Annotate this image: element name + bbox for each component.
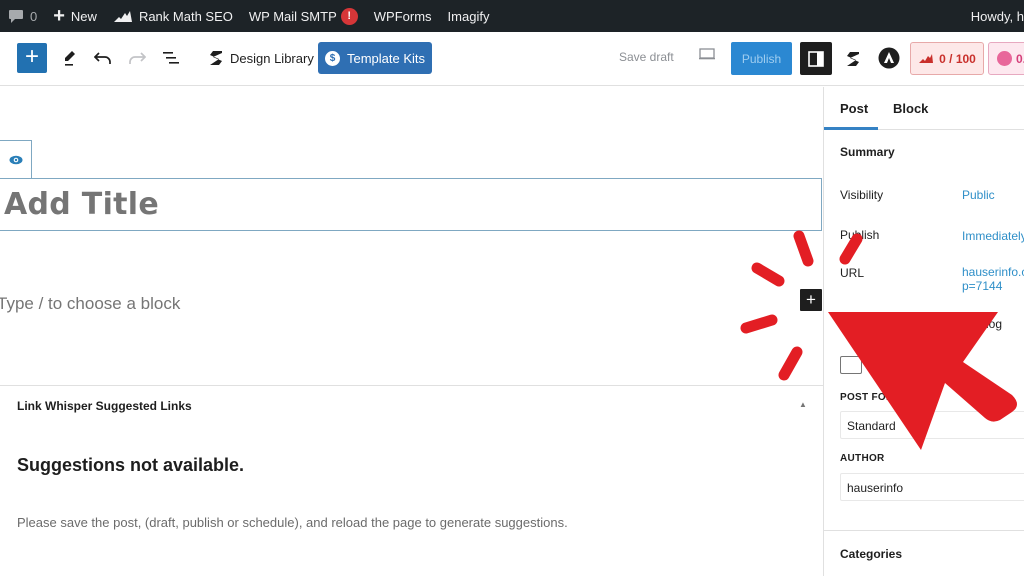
plus-icon: + (53, 4, 65, 27)
admin-bar-comments[interactable]: 0 (0, 0, 45, 32)
sidebar-divider (824, 530, 1024, 531)
list-view-icon (163, 52, 179, 64)
tab-post[interactable]: Post (840, 101, 868, 116)
template-kits-icon: $ (324, 50, 340, 66)
publish-date-value[interactable]: Immediately (962, 229, 1024, 243)
sidebar-tabs: Post Block (824, 87, 1024, 130)
imagify-label: Imagify (447, 8, 490, 24)
author-label: AUTHOR (840, 453, 885, 464)
visibility-toggle[interactable] (0, 140, 32, 178)
undo-button[interactable] (91, 46, 115, 70)
block-inserter-button[interactable]: + (17, 43, 47, 73)
comment-icon (8, 9, 24, 24)
sidebar-icon (808, 50, 824, 67)
stackable-logo-icon (847, 52, 859, 66)
plus-icon: + (806, 290, 816, 309)
link-whisper-message: Please save the post, (draft, publish or… (17, 515, 568, 530)
rank-math-score-button[interactable]: 0 / 100 (910, 42, 984, 75)
summary-panel-toggle[interactable]: Summary (840, 145, 895, 159)
admin-bar-rank-math[interactable]: Rank Math SEO (105, 0, 241, 32)
save-draft-button[interactable]: Save draft (619, 50, 674, 64)
howdy-label: Howdy, h (970, 8, 1024, 24)
template-kits-label: Template Kits (346, 50, 426, 66)
plus-icon: + (24, 43, 39, 70)
design-library-button[interactable]: Design Library (208, 46, 314, 70)
rank-math-icon (113, 9, 133, 23)
url-line-1: hauserinfo.c (962, 265, 1024, 279)
redo-button[interactable] (125, 46, 149, 70)
add-block-button[interactable]: + (800, 289, 822, 311)
url-label: URL (840, 266, 865, 280)
stackable-logo-icon (210, 51, 222, 65)
active-tab-indicator (824, 127, 878, 130)
publish-button[interactable]: Publish (731, 42, 792, 75)
tools-button[interactable] (58, 46, 82, 70)
undo-icon (94, 52, 111, 64)
list-view-button[interactable] (159, 46, 183, 70)
seo-score-icon (997, 51, 1012, 66)
new-label: New (70, 8, 97, 24)
rank-math-label: Rank Math SEO (138, 8, 233, 24)
pencil-icon (65, 51, 75, 66)
settings-toggle-button[interactable] (800, 42, 832, 75)
astra-logo-icon (878, 47, 900, 69)
admin-bar-new[interactable]: + New (45, 0, 105, 32)
alert-badge: ! (340, 7, 358, 25)
editor-toolbar: + Design Library $ Template Kits Save dr… (0, 32, 1024, 86)
seo-score: 0. (1016, 51, 1024, 66)
template-kits-button[interactable]: $ Template Kits (318, 42, 432, 74)
desktop-preview-icon (699, 48, 715, 60)
stick-to-blog-label: log (986, 317, 1003, 331)
settings-sidebar: Post Block Summary Visibility Public Pub… (823, 87, 1024, 576)
redo-icon (129, 52, 146, 64)
admin-bar-wpforms[interactable]: WPForms (366, 0, 440, 32)
tab-block[interactable]: Block (893, 101, 928, 116)
publish-label: Publish (840, 228, 880, 242)
comments-count: 0 (30, 8, 38, 24)
post-format-label: POST FOR (840, 392, 894, 403)
stick-to-top-checkbox[interactable] (840, 356, 862, 374)
editor-canvas: Type / to choose a block + Link Whisper … (0, 87, 823, 576)
preview-button[interactable] (698, 47, 716, 66)
default-block-appender[interactable]: Type / to choose a block (0, 294, 180, 314)
admin-bar: 0 + New Rank Math SEO WP Mail SMTP ! WPF… (0, 0, 1024, 32)
post-format-select[interactable]: Standard (840, 411, 1024, 439)
categories-panel-toggle[interactable]: Categories (840, 547, 902, 561)
stackable-settings-button[interactable] (841, 47, 865, 71)
admin-bar-account[interactable]: Howdy, h (963, 0, 1024, 32)
wp-mail-smtp-label: WP Mail SMTP (248, 8, 337, 24)
link-whisper-heading[interactable]: Link Whisper Suggested Links (17, 399, 192, 413)
wpforms-label: WPForms (373, 8, 432, 24)
admin-bar-imagify[interactable]: Imagify (440, 0, 498, 32)
admin-bar-wp-mail-smtp[interactable]: WP Mail SMTP ! (241, 0, 366, 32)
post-title-input[interactable] (4, 187, 804, 222)
url-line-2: p=7144 (962, 279, 1003, 293)
seo-score-button[interactable]: 0. (988, 42, 1024, 75)
eye-icon (9, 155, 22, 164)
rank-math-icon (919, 54, 934, 63)
link-whisper-title: Suggestions not available. (17, 455, 245, 475)
collapse-arrow-icon[interactable]: ▲ (799, 400, 807, 409)
astra-settings-button[interactable] (877, 46, 901, 70)
visibility-value[interactable]: Public (962, 188, 995, 202)
visibility-label: Visibility (840, 188, 884, 202)
author-select[interactable]: hauserinfo (840, 473, 1024, 501)
rank-math-score: 0 / 100 (939, 51, 976, 66)
url-value[interactable]: hauserinfo.c p=7144 (962, 265, 1024, 293)
design-library-label: Design Library (230, 50, 314, 66)
link-whisper-panel: Link Whisper Suggested Links ▲ Suggestio… (0, 385, 823, 576)
